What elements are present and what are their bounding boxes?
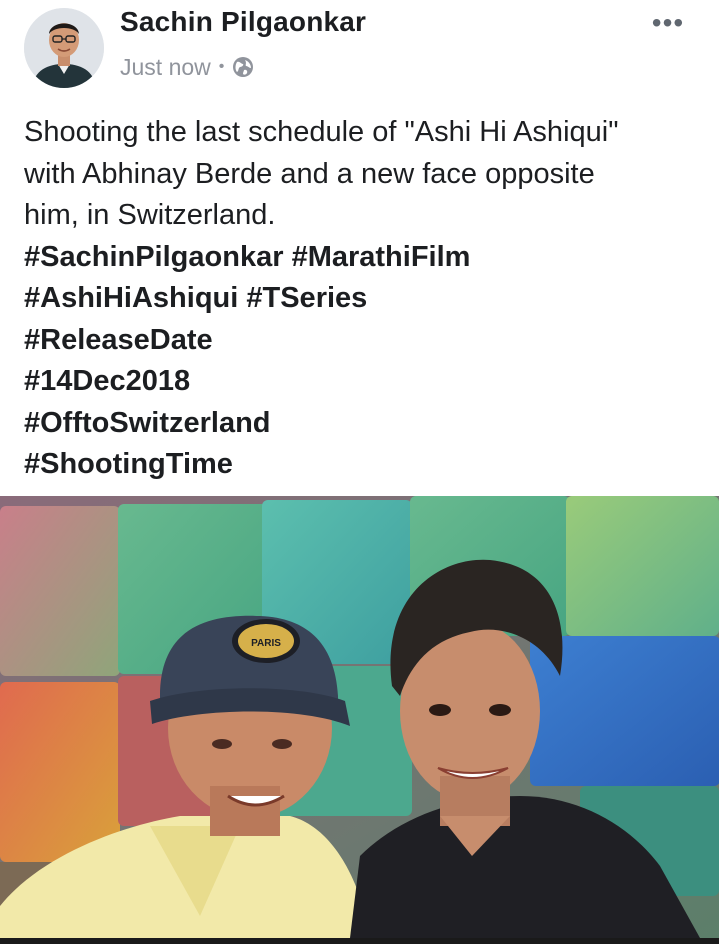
hashtag-link[interactable]: #SachinPilgaonkar <box>24 241 284 273</box>
hashtag-line: #OfftoSwitzerland <box>24 403 704 445</box>
cap-badge-text: PARIS <box>251 638 281 649</box>
bottom-edge <box>0 938 719 944</box>
hashtag-link[interactable]: #MarathiFilm <box>292 241 471 273</box>
post-text-line: him, in Switzerland. <box>24 199 276 231</box>
avatar-image <box>24 8 104 88</box>
more-options-icon: ••• <box>651 7 685 38</box>
post-text-line: Shooting the last schedule of "Ashi Hi A… <box>24 116 619 148</box>
hashtag-line: #ShootingTime <box>24 444 704 486</box>
avatar[interactable] <box>24 8 104 88</box>
post-text: Shooting the last schedule of "Ashi Hi A… <box>24 112 704 486</box>
hashtag-link[interactable]: #ReleaseDate <box>24 324 213 356</box>
author-name[interactable]: Sachin Pilgaonkar <box>120 6 366 38</box>
photo-illustration: PARIS <box>0 496 719 938</box>
timestamp[interactable]: Just now <box>120 54 211 81</box>
globe-icon[interactable] <box>232 56 254 78</box>
post-header: Sachin Pilgaonkar Just now • ••• <box>0 0 719 96</box>
more-options-button[interactable]: ••• <box>644 7 692 38</box>
hashtag-link[interactable]: #TSeries <box>246 282 367 314</box>
hashtag-line: #AshiHiAshiqui #TSeries <box>24 278 704 320</box>
hashtag-line: #ReleaseDate <box>24 320 704 362</box>
hashtag-line: #SachinPilgaonkar #MarathiFilm <box>24 237 704 279</box>
post-photo[interactable]: PARIS <box>0 496 719 938</box>
post-meta: Just now • <box>120 52 254 82</box>
hashtag-link[interactable]: #AshiHiAshiqui <box>24 282 238 314</box>
hashtag-link[interactable]: #14Dec2018 <box>24 365 190 397</box>
meta-separator: • <box>218 58 225 75</box>
hashtag-link[interactable]: #OfftoSwitzerland <box>24 407 271 439</box>
post-text-line: with Abhinay Berde and a new face opposi… <box>24 157 595 190</box>
hashtag-line: #14Dec2018 <box>24 361 704 403</box>
hashtag-link[interactable]: #ShootingTime <box>24 448 233 480</box>
